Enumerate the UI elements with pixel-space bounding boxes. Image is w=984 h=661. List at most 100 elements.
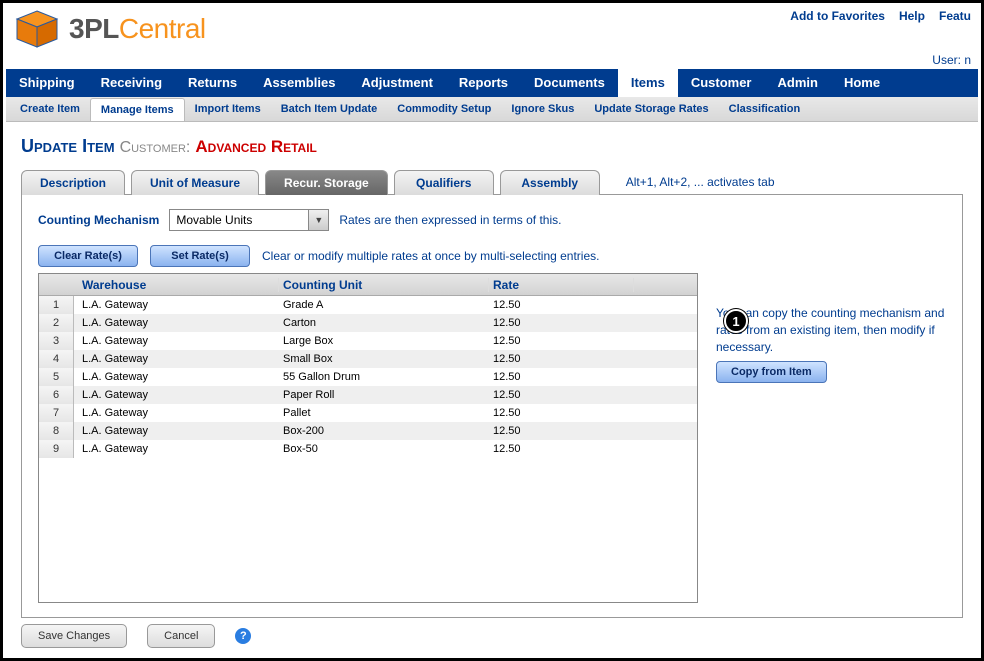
cell-warehouse: L.A. Gateway — [74, 407, 279, 419]
table-row[interactable]: 3L.A. GatewayLarge Box12.50 — [39, 332, 697, 350]
subnav-batch-item-update[interactable]: Batch Item Update — [271, 98, 388, 120]
annotation-badge: 1 — [724, 309, 748, 333]
cell-warehouse: L.A. Gateway — [74, 353, 279, 365]
cell-rate: 12.50 — [489, 443, 634, 455]
cell-warehouse: L.A. Gateway — [74, 335, 279, 347]
table-row[interactable]: 5L.A. Gateway55 Gallon Drum12.50 — [39, 368, 697, 386]
tab-description[interactable]: Description — [21, 170, 125, 195]
features-link[interactable]: Featu — [939, 9, 971, 23]
counting-mechanism-select[interactable] — [169, 209, 329, 231]
grid-header-warehouse[interactable]: Warehouse — [74, 278, 279, 292]
cell-warehouse: L.A. Gateway — [74, 317, 279, 329]
copy-from-item-button[interactable]: Copy from Item — [716, 361, 827, 383]
cell-counting-unit: Pallet — [279, 407, 489, 419]
cell-counting-unit: Grade A — [279, 299, 489, 311]
cell-counting-unit: Box-200 — [279, 425, 489, 437]
user-value: n — [964, 53, 971, 67]
grid-header-counting-unit[interactable]: Counting Unit — [279, 278, 489, 292]
rates-grid: Warehouse Counting Unit Rate 1L.A. Gatew… — [38, 273, 698, 603]
row-number: 3 — [39, 332, 74, 350]
page-title: Update Item — [21, 136, 115, 156]
rate-buttons-hint: Clear or modify multiple rates at once b… — [262, 249, 599, 263]
nav-admin[interactable]: Admin — [765, 69, 831, 97]
table-row[interactable]: 8L.A. GatewayBox-20012.50 — [39, 422, 697, 440]
subnav-create-item[interactable]: Create Item — [10, 98, 90, 120]
cell-rate: 12.50 — [489, 317, 634, 329]
table-row[interactable]: 6L.A. GatewayPaper Roll12.50 — [39, 386, 697, 404]
counting-mechanism-label: Counting Mechanism — [38, 213, 159, 227]
tab-unit-of-measure[interactable]: Unit of Measure — [131, 170, 259, 195]
cancel-button[interactable]: Cancel — [147, 624, 215, 648]
cell-counting-unit: Paper Roll — [279, 389, 489, 401]
cell-counting-unit: Box-50 — [279, 443, 489, 455]
subnav-import-items[interactable]: Import Items — [185, 98, 271, 120]
row-number: 7 — [39, 404, 74, 422]
save-changes-button[interactable]: Save Changes — [21, 624, 127, 648]
row-number: 2 — [39, 314, 74, 332]
help-link[interactable]: Help — [899, 9, 925, 23]
subnav-update-storage-rates[interactable]: Update Storage Rates — [584, 98, 718, 120]
row-number: 6 — [39, 386, 74, 404]
customer-name: Advanced Retail — [195, 137, 317, 156]
cell-rate: 12.50 — [489, 389, 634, 401]
help-icon[interactable]: ? — [235, 628, 251, 644]
tabs-hint: Alt+1, Alt+2, ... activates tab — [626, 175, 775, 189]
subnav-manage-items[interactable]: Manage Items — [90, 98, 185, 121]
cell-warehouse: L.A. Gateway — [74, 299, 279, 311]
subnav-commodity-setup[interactable]: Commodity Setup — [387, 98, 501, 120]
cell-rate: 12.50 — [489, 407, 634, 419]
nav-home[interactable]: Home — [831, 69, 893, 97]
tab-qualifiers[interactable]: Qualifiers — [394, 170, 494, 195]
cell-warehouse: L.A. Gateway — [74, 389, 279, 401]
row-number: 8 — [39, 422, 74, 440]
nav-shipping[interactable]: Shipping — [6, 69, 88, 97]
tab-assembly[interactable]: Assembly — [500, 170, 600, 195]
grid-header-rate[interactable]: Rate — [489, 278, 634, 292]
clear-rates-button[interactable]: Clear Rate(s) — [38, 245, 138, 267]
nav-customer[interactable]: Customer — [678, 69, 765, 97]
table-row[interactable]: 9L.A. GatewayBox-5012.50 — [39, 440, 697, 458]
nav-reports[interactable]: Reports — [446, 69, 521, 97]
row-number: 9 — [39, 440, 74, 458]
copy-help-text: You can copy the counting mechanism and … — [716, 305, 946, 355]
cell-warehouse: L.A. Gateway — [74, 443, 279, 455]
nav-returns[interactable]: Returns — [175, 69, 250, 97]
cell-warehouse: L.A. Gateway — [74, 371, 279, 383]
user-label: User: — [932, 53, 961, 67]
cell-rate: 12.50 — [489, 371, 634, 383]
cell-rate: 12.50 — [489, 353, 634, 365]
nav-receiving[interactable]: Receiving — [88, 69, 175, 97]
row-number: 5 — [39, 368, 74, 386]
sub-nav: Create ItemManage ItemsImport ItemsBatch… — [6, 97, 978, 122]
tab-recur-storage[interactable]: Recur. Storage — [265, 170, 388, 195]
cell-counting-unit: 55 Gallon Drum — [279, 371, 489, 383]
row-number: 1 — [39, 296, 74, 314]
brand-logo: 3PLCentral — [13, 9, 206, 49]
table-row[interactable]: 4L.A. GatewaySmall Box12.50 — [39, 350, 697, 368]
table-row[interactable]: 1L.A. GatewayGrade A12.50 — [39, 296, 697, 314]
counting-hint: Rates are then expressed in terms of thi… — [339, 213, 561, 227]
table-row[interactable]: 7L.A. GatewayPallet12.50 — [39, 404, 697, 422]
row-number: 4 — [39, 350, 74, 368]
tabs-row: DescriptionUnit of MeasureRecur. Storage… — [21, 169, 963, 195]
nav-documents[interactable]: Documents — [521, 69, 618, 97]
cell-rate: 12.50 — [489, 335, 634, 347]
cell-rate: 12.50 — [489, 425, 634, 437]
add-favorites-link[interactable]: Add to Favorites — [790, 9, 885, 23]
table-row[interactable]: 2L.A. GatewayCarton12.50 — [39, 314, 697, 332]
nav-assemblies[interactable]: Assemblies — [250, 69, 348, 97]
set-rates-button[interactable]: Set Rate(s) — [150, 245, 250, 267]
cube-icon — [13, 9, 61, 49]
cell-counting-unit: Large Box — [279, 335, 489, 347]
nav-items[interactable]: Items — [618, 69, 678, 97]
brand-part2: Central — [119, 13, 206, 44]
subnav-ignore-skus[interactable]: Ignore Skus — [501, 98, 584, 120]
subnav-classification[interactable]: Classification — [719, 98, 811, 120]
brand-part1: 3PL — [69, 13, 119, 44]
cell-counting-unit: Small Box — [279, 353, 489, 365]
cell-warehouse: L.A. Gateway — [74, 425, 279, 437]
cell-counting-unit: Carton — [279, 317, 489, 329]
nav-adjustment[interactable]: Adjustment — [348, 69, 446, 97]
customer-label: Customer: — [120, 139, 191, 156]
cell-rate: 12.50 — [489, 299, 634, 311]
